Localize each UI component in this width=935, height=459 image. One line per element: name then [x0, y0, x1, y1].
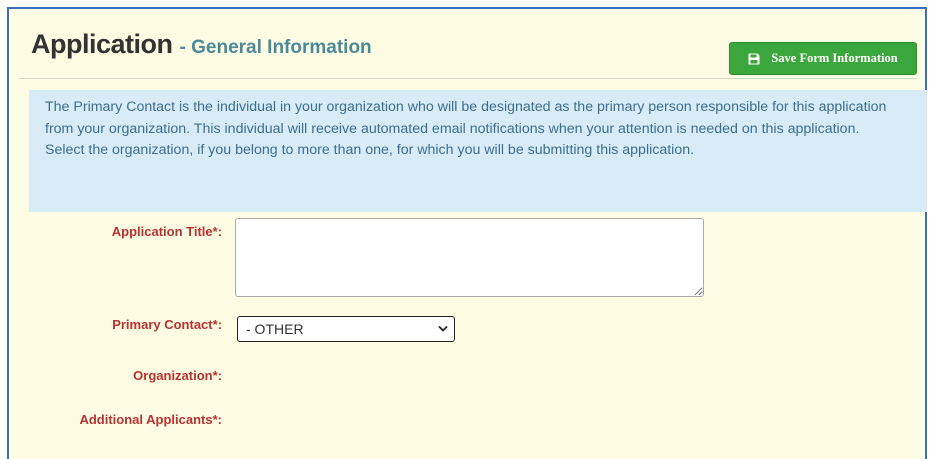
application-title-field[interactable] [235, 218, 704, 297]
primary-contact-select[interactable]: - OTHER [237, 316, 455, 342]
info-paragraph-organization: Select the organization, if you belong t… [45, 142, 695, 158]
application-title-label: Application Title*: [111, 224, 222, 239]
info-paragraph-primary-contact: The Primary Contact is the individual in… [45, 99, 887, 137]
floppy-disk-icon [748, 53, 760, 64]
page-title: Application - General Information [31, 29, 372, 60]
form-header: Application - General Information Save F… [19, 29, 917, 79]
save-form-button-label: Save Form Information [771, 51, 898, 65]
primary-contact-selected-value: - OTHER [246, 321, 304, 337]
organization-label: Organization*: [133, 368, 222, 383]
additional-applicants-label: Additional Applicants*: [79, 412, 222, 427]
chevron-down-icon [438, 326, 448, 332]
info-message: The Primary Contact is the individual in… [29, 90, 927, 212]
page-subtitle: - General Information [179, 37, 372, 58]
page-title-text: Application [31, 29, 173, 59]
primary-contact-label: Primary Contact*: [112, 317, 222, 332]
save-form-button[interactable]: Save Form Information [729, 42, 917, 75]
